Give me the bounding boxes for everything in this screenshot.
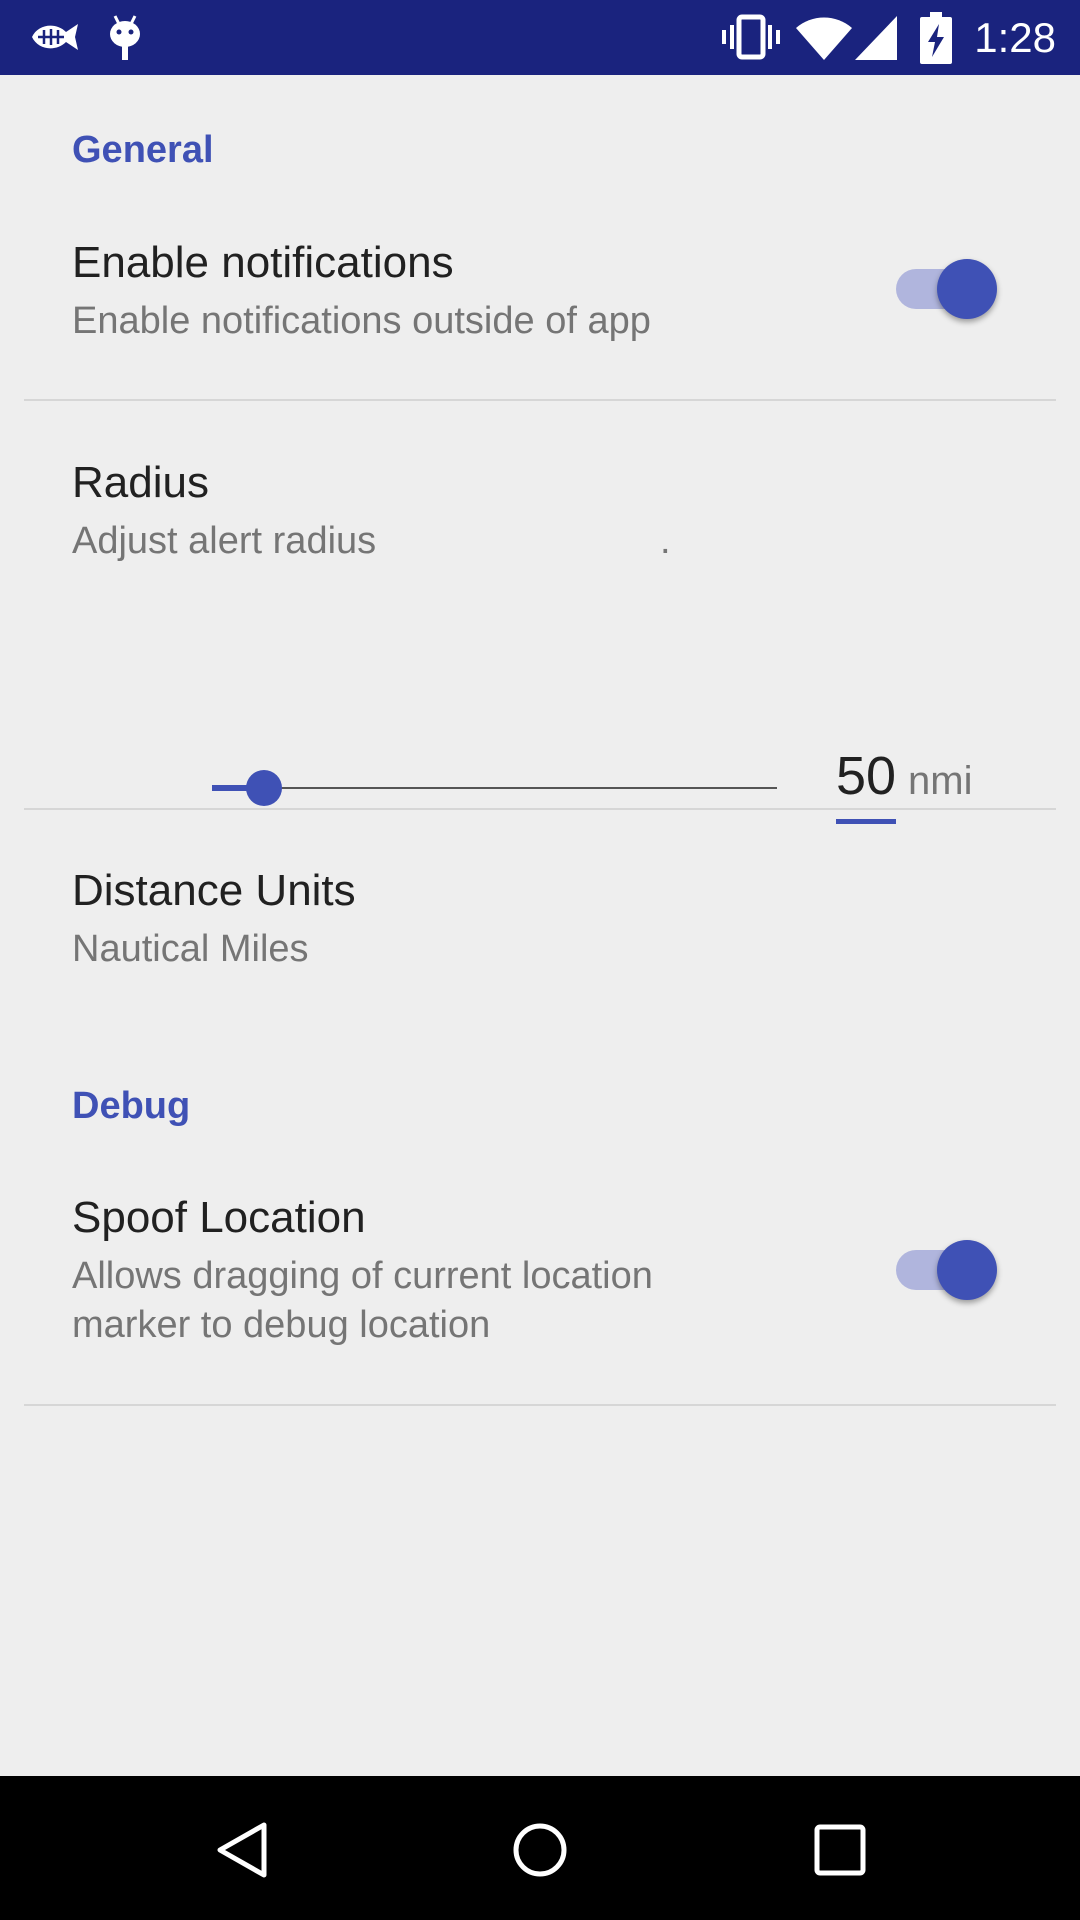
spoof-location-switch[interactable] bbox=[896, 1239, 998, 1301]
divider bbox=[24, 399, 1056, 401]
status-time: 1:28 bbox=[974, 14, 1056, 61]
pref-radius-title: Radius bbox=[72, 458, 209, 507]
pref-radius-summary: Adjust alert radius bbox=[72, 520, 377, 562]
switch-thumb bbox=[937, 259, 997, 319]
navigation-bar bbox=[0, 1776, 1080, 1920]
recents-icon[interactable] bbox=[812, 1822, 868, 1878]
radius-unit-label: nmi bbox=[908, 759, 973, 803]
pref-distance-units-summary: Nautical Miles bbox=[72, 928, 309, 970]
back-icon[interactable] bbox=[212, 1820, 272, 1880]
category-general: General bbox=[72, 129, 214, 171]
home-icon[interactable] bbox=[510, 1820, 570, 1880]
slider-rail bbox=[212, 787, 777, 789]
divider bbox=[24, 1404, 1056, 1406]
radius-slider[interactable] bbox=[212, 768, 777, 808]
radius-value-input[interactable]: 50 bbox=[836, 745, 896, 807]
battery-charging-icon bbox=[920, 12, 952, 64]
status-bar: 1:28 bbox=[0, 0, 1080, 75]
wifi-icon bbox=[796, 17, 852, 60]
android-icon bbox=[110, 15, 140, 60]
settings-list: General Enable notifications Enable noti… bbox=[0, 75, 1080, 1776]
pref-spoof-location-title: Spoof Location bbox=[72, 1193, 366, 1242]
slider-thumb[interactable] bbox=[245, 770, 282, 806]
radius-value-underline bbox=[836, 819, 896, 824]
switch-thumb bbox=[937, 1240, 997, 1300]
divider bbox=[24, 808, 1056, 810]
pref-enable-notifications-summary: Enable notifications outside of app bbox=[72, 300, 651, 342]
fish-icon bbox=[32, 24, 78, 50]
pref-spoof-location-summary-line2: marker to debug location bbox=[72, 1304, 491, 1346]
cell-signal-icon bbox=[855, 16, 897, 60]
pref-enable-notifications-title: Enable notifications bbox=[72, 238, 454, 287]
vibrate-icon bbox=[722, 14, 780, 60]
pref-radius-mark: . bbox=[660, 520, 671, 562]
enable-notifications-switch[interactable] bbox=[896, 258, 998, 320]
pref-distance-units-title: Distance Units bbox=[72, 866, 356, 915]
category-debug: Debug bbox=[72, 1085, 191, 1127]
pref-spoof-location-summary-line1: Allows dragging of current location bbox=[72, 1255, 653, 1297]
